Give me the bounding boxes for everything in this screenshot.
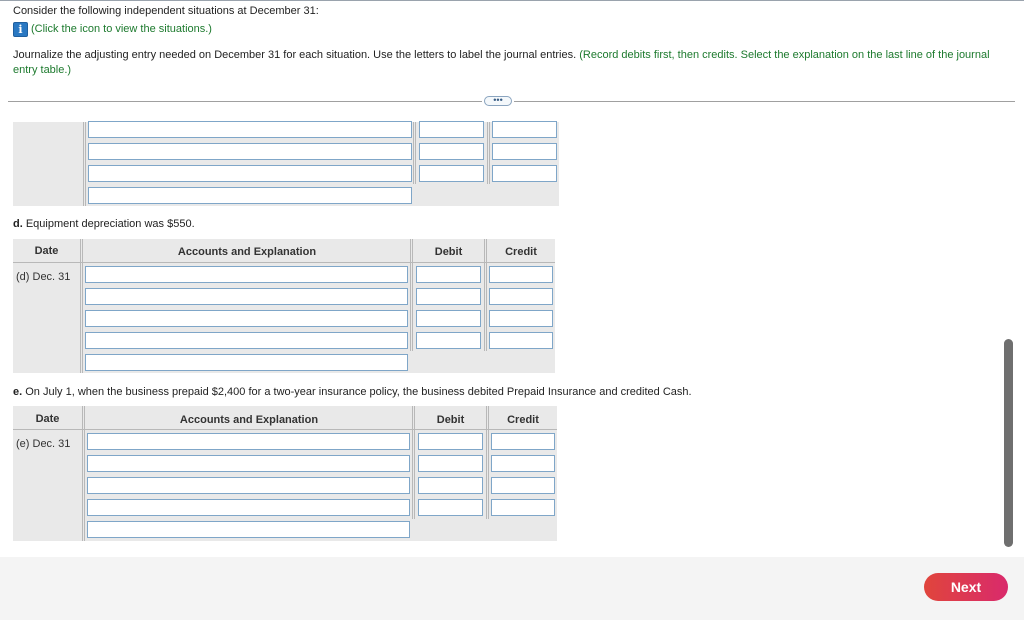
debit-input[interactable] (416, 266, 481, 283)
entry-date: (d) Dec. 31 (16, 271, 71, 283)
explanation-input[interactable] (88, 187, 412, 204)
column-divider (415, 122, 416, 184)
column-divider (82, 406, 83, 541)
credit-input[interactable] (491, 477, 555, 494)
account-input[interactable] (88, 143, 412, 160)
credit-input[interactable] (489, 332, 553, 349)
column-divider (487, 122, 488, 184)
account-input[interactable] (87, 499, 410, 516)
credit-input[interactable] (491, 433, 555, 450)
debit-header: Debit (434, 246, 463, 258)
column-divider (410, 239, 411, 351)
more-options-button[interactable]: ••• (484, 96, 512, 106)
debit-input[interactable] (418, 455, 483, 472)
credit-input[interactable] (489, 310, 553, 327)
column-divider (413, 122, 414, 184)
situation-d-letter: d. (13, 218, 23, 230)
instructions: Journalize the adjusting entry needed on… (13, 48, 1003, 78)
column-divider (489, 122, 490, 184)
column-divider (85, 122, 86, 206)
credit-input[interactable] (492, 165, 557, 182)
accounts-header: Accounts and Explanation (179, 414, 319, 426)
column-divider (80, 239, 81, 373)
account-input[interactable] (87, 433, 410, 450)
accounts-header: Accounts and Explanation (177, 246, 317, 258)
info-icon[interactable]: i (13, 21, 28, 37)
next-button[interactable]: Next (924, 573, 1008, 601)
account-input[interactable] (85, 288, 408, 305)
account-input[interactable] (88, 165, 412, 182)
account-input[interactable] (85, 266, 408, 283)
debit-input[interactable] (419, 143, 484, 160)
debit-input[interactable] (416, 288, 481, 305)
situation-e-letter: e. (13, 386, 23, 398)
column-divider (82, 239, 83, 373)
top-border (0, 0, 1024, 1)
divider-left (8, 101, 482, 102)
credit-input[interactable] (492, 143, 557, 160)
column-divider (412, 406, 413, 519)
credit-header: Credit (507, 414, 539, 426)
credit-input[interactable] (492, 121, 557, 138)
explanation-input[interactable] (87, 521, 410, 538)
credit-input[interactable] (491, 499, 555, 516)
instructions-main: Journalize the adjusting entry needed on… (13, 49, 577, 61)
header-rule (13, 262, 555, 263)
header-rule (13, 429, 557, 430)
debit-header: Debit (436, 414, 465, 426)
column-divider (484, 239, 485, 351)
account-input[interactable] (88, 121, 412, 138)
footer-bar (0, 557, 1024, 620)
situation-e-label: e. On July 1, when the business prepaid … (13, 386, 692, 398)
situation-d-text: Equipment depreciation was $550. (25, 218, 195, 230)
credit-header: Credit (505, 246, 537, 258)
account-input[interactable] (85, 310, 408, 327)
entry-date: (e) Dec. 31 (16, 438, 71, 450)
debit-input[interactable] (418, 477, 483, 494)
debit-input[interactable] (416, 310, 481, 327)
divider-right (514, 101, 1015, 102)
column-divider (83, 122, 84, 206)
debit-input[interactable] (416, 332, 481, 349)
date-header: Date (34, 245, 59, 257)
credit-input[interactable] (489, 266, 553, 283)
debit-input[interactable] (419, 121, 484, 138)
situation-e-text: On July 1, when the business prepaid $2,… (25, 386, 692, 398)
explanation-input[interactable] (85, 354, 408, 371)
journal-table-d (13, 239, 555, 373)
situations-link-row[interactable]: i (Click the icon to view the situations… (13, 21, 212, 37)
credit-input[interactable] (489, 288, 553, 305)
scrollbar-thumb[interactable] (1004, 339, 1013, 547)
debit-input[interactable] (418, 433, 483, 450)
question-prompt: Consider the following independent situa… (13, 5, 319, 17)
debit-input[interactable] (419, 165, 484, 182)
account-input[interactable] (85, 332, 408, 349)
situation-d-label: d. Equipment depreciation was $550. (13, 218, 195, 230)
view-situations-link[interactable]: (Click the icon to view the situations.) (31, 23, 212, 35)
debit-input[interactable] (418, 499, 483, 516)
column-divider (486, 406, 487, 519)
account-input[interactable] (87, 455, 410, 472)
credit-input[interactable] (491, 455, 555, 472)
date-header: Date (35, 413, 60, 425)
account-input[interactable] (87, 477, 410, 494)
column-divider (84, 406, 85, 541)
